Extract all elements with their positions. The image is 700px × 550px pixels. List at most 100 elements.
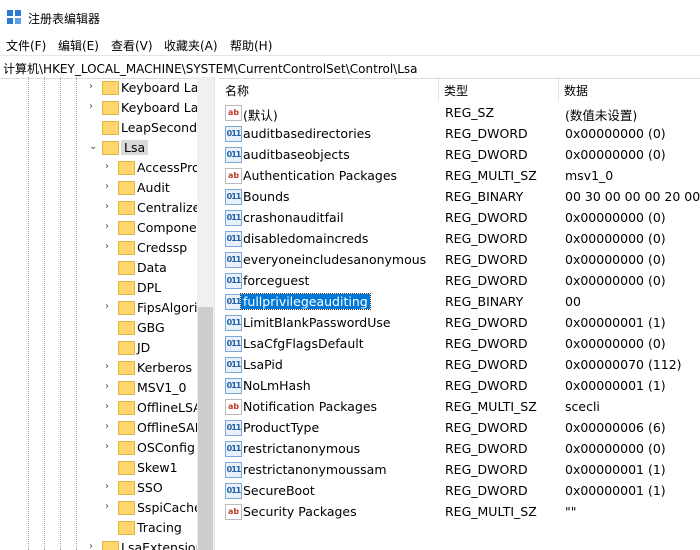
- expand-chevron-icon[interactable]: ›: [105, 201, 113, 212]
- value-name[interactable]: ProductType: [243, 420, 319, 435]
- value-name[interactable]: auditbasedirectories: [243, 126, 371, 141]
- tree-node-label[interactable]: Credssp: [137, 240, 187, 255]
- value-name[interactable]: everyoneincludesanonymous: [243, 252, 426, 267]
- tree-scrollbar-thumb[interactable]: [198, 307, 213, 550]
- tree-node[interactable]: LeapSecondI: [0, 118, 201, 138]
- tree-node-label[interactable]: Keyboard La: [121, 80, 198, 95]
- value-name[interactable]: fullprivilegeauditing: [240, 293, 371, 310]
- expand-chevron-icon[interactable]: ›: [89, 541, 97, 550]
- tree-node[interactable]: Tracing: [0, 518, 197, 538]
- address-path[interactable]: 计算机\HKEY_LOCAL_MACHINE\SYSTEM\CurrentCon…: [3, 60, 418, 77]
- table-row[interactable]: 011 crashonauditfail REG_DWORD 0x00000000 (…: [219, 207, 700, 228]
- tree-node-label[interactable]: Keyboard La: [121, 100, 198, 115]
- expand-chevron-icon[interactable]: ›: [105, 241, 113, 252]
- tree-node-label[interactable]: OfflineSAM: [137, 420, 206, 435]
- value-name[interactable]: Security Packages: [243, 504, 357, 519]
- tree-node[interactable]: GBG: [0, 318, 197, 338]
- tree-node-label[interactable]: Centralize: [137, 200, 200, 215]
- table-row[interactable]: 011 forceguest REG_DWORD 0x00000000 (0): [219, 270, 700, 291]
- value-name[interactable]: crashonauditfail: [243, 210, 344, 225]
- tree-node-label[interactable]: Kerberos: [137, 360, 192, 375]
- tree-node-label[interactable]: MSV1_0: [137, 380, 186, 395]
- value-name[interactable]: LsaPid: [243, 357, 283, 372]
- table-row[interactable]: 011 auditbasedirectories REG_DWORD 0x000000…: [219, 123, 700, 144]
- value-name[interactable]: Notification Packages: [243, 399, 377, 414]
- value-name[interactable]: Authentication Packages: [243, 168, 397, 183]
- expand-chevron-icon[interactable]: ›: [105, 361, 113, 372]
- value-name[interactable]: NoLmHash: [243, 378, 311, 393]
- tree-node-label[interactable]: SspiCache: [137, 500, 202, 515]
- expand-chevron-icon[interactable]: ›: [89, 81, 97, 92]
- expand-chevron-icon[interactable]: ›: [105, 481, 113, 492]
- key-tree-pane[interactable]: › Keyboard La › Keyboard La LeapSecondI ⌄ Lsa ›…: [0, 77, 214, 550]
- expand-chevron-icon[interactable]: ›: [105, 161, 113, 172]
- tree-node[interactable]: DPL: [0, 278, 197, 298]
- expand-chevron-icon[interactable]: ›: [105, 221, 113, 232]
- tree-node-label[interactable]: OSConfig: [137, 440, 195, 455]
- tree-node[interactable]: Skew1: [0, 458, 197, 478]
- tree-node-label[interactable]: FipsAlgori: [137, 300, 197, 315]
- tree-node-label[interactable]: Skew1: [137, 460, 178, 475]
- tree-node[interactable]: › SspiCache: [0, 498, 202, 518]
- tree-node[interactable]: › MSV1_0: [0, 378, 197, 398]
- tree-node[interactable]: › Componer: [0, 218, 202, 238]
- expand-chevron-icon[interactable]: ›: [105, 501, 113, 512]
- value-name[interactable]: restrictanonymous: [243, 441, 360, 456]
- menu-favorites[interactable]: 收藏夹(A): [164, 37, 218, 54]
- values-pane[interactable]: 名称 类型 数据 ab (默认) REG_SZ (数值未设置) 011 auditbase…: [219, 77, 700, 550]
- menu-help[interactable]: 帮助(H): [230, 37, 272, 54]
- menu-edit[interactable]: 编辑(E): [58, 37, 99, 54]
- table-row[interactable]: 011 disabledomaincreds REG_DWORD 0x00000000…: [219, 228, 700, 249]
- tree-node[interactable]: › Centralize: [0, 198, 200, 218]
- tree-node-label[interactable]: Audit: [137, 180, 170, 195]
- table-row[interactable]: ab Security Packages REG_MULTI_SZ "": [219, 501, 700, 522]
- column-data[interactable]: 数据: [564, 82, 588, 99]
- tree-node-label[interactable]: Data: [137, 260, 167, 275]
- expand-chevron-icon[interactable]: ›: [89, 101, 97, 112]
- tree-node-label[interactable]: Tracing: [137, 520, 182, 535]
- collapse-chevron-icon[interactable]: ⌄: [89, 141, 97, 152]
- table-row[interactable]: 011 ProductType REG_DWORD 0x00000006 (6): [219, 417, 700, 438]
- table-row[interactable]: 011 LsaPid REG_DWORD 0x00000070 (112): [219, 354, 700, 375]
- tree-node-label[interactable]: AccessPro: [137, 160, 200, 175]
- value-name[interactable]: LsaCfgFlagsDefault: [243, 336, 364, 351]
- table-row[interactable]: 011 everyoneincludesanonymous REG_DWORD 0x0…: [219, 249, 700, 270]
- column-divider[interactable]: [558, 77, 559, 101]
- value-name[interactable]: Bounds: [243, 189, 290, 204]
- value-name[interactable]: forceguest: [243, 273, 309, 288]
- tree-node-label[interactable]: Lsa: [121, 140, 149, 155]
- tree-node[interactable]: › SSO: [0, 478, 197, 498]
- value-name[interactable]: disabledomaincreds: [243, 231, 368, 246]
- tree-node[interactable]: › Keyboard La: [0, 78, 198, 98]
- tree-node[interactable]: › FipsAlgori: [0, 298, 197, 318]
- column-divider[interactable]: [438, 77, 439, 101]
- tree-scrollbar[interactable]: [197, 77, 214, 550]
- tree-node-label[interactable]: SSO: [137, 480, 163, 495]
- tree-node[interactable]: › Audit: [0, 178, 197, 198]
- tree-node[interactable]: ⌄ Lsa: [0, 138, 197, 158]
- menu-view[interactable]: 查看(V): [111, 37, 153, 54]
- table-row[interactable]: ab Notification Packages REG_MULTI_SZ scecl…: [219, 396, 700, 417]
- tree-node[interactable]: Data: [0, 258, 197, 278]
- table-row[interactable]: 011 LimitBlankPasswordUse REG_DWORD 0x00000…: [219, 312, 700, 333]
- tree-node-label[interactable]: GBG: [137, 320, 165, 335]
- tree-node[interactable]: › LsaExtension: [0, 538, 204, 550]
- tree-node[interactable]: › AccessPro: [0, 158, 200, 178]
- tree-node[interactable]: › OfflineSAM: [0, 418, 206, 438]
- address-bar[interactable]: 计算机\HKEY_LOCAL_MACHINE\SYSTEM\CurrentCon…: [0, 55, 700, 79]
- table-row[interactable]: 011 fullprivilegeauditing REG_BINARY 00: [219, 291, 700, 312]
- value-name[interactable]: (默认): [243, 105, 278, 124]
- tree-node-label[interactable]: DPL: [137, 280, 161, 295]
- tree-node-label[interactable]: LeapSecondI: [121, 120, 201, 135]
- expand-chevron-icon[interactable]: ›: [105, 381, 113, 392]
- table-row[interactable]: 011 LsaCfgFlagsDefault REG_DWORD 0x00000000…: [219, 333, 700, 354]
- tree-node[interactable]: › Kerberos: [0, 358, 197, 378]
- tree-node-label[interactable]: JD: [137, 340, 150, 355]
- value-name[interactable]: LimitBlankPasswordUse: [243, 315, 391, 330]
- table-row[interactable]: 011 SecureBoot REG_DWORD 0x00000001 (1): [219, 480, 700, 501]
- table-row[interactable]: 011 auditbaseobjects REG_DWORD 0x00000000 (…: [219, 144, 700, 165]
- tree-node[interactable]: › Keyboard La: [0, 98, 198, 118]
- column-name[interactable]: 名称: [225, 82, 249, 99]
- expand-chevron-icon[interactable]: ›: [105, 301, 113, 312]
- value-name[interactable]: SecureBoot: [243, 483, 315, 498]
